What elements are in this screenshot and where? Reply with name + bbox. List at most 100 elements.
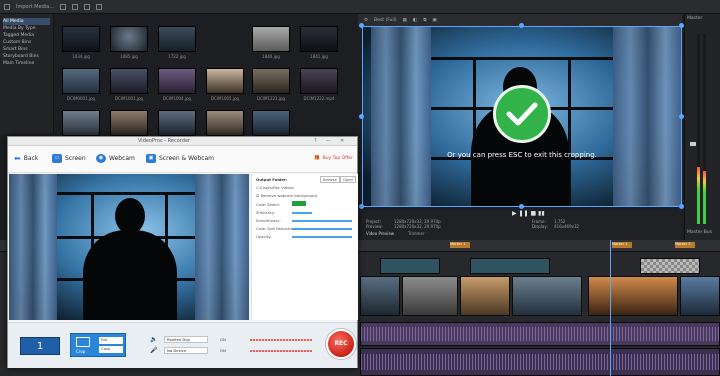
screen-webcam-label: Screen & Webcam bbox=[159, 155, 215, 162]
tree-item-media-by-type[interactable]: Media By Type bbox=[3, 25, 50, 32]
grid-icon[interactable]: ▦ bbox=[403, 18, 407, 23]
split-icon[interactable]: ◧ bbox=[413, 18, 417, 23]
timeline-clip[interactable] bbox=[360, 276, 400, 316]
playhead[interactable] bbox=[610, 240, 611, 376]
back-button[interactable]: ⬅ Back bbox=[14, 154, 38, 163]
media-thumb[interactable] bbox=[110, 110, 148, 136]
timeline-clip[interactable] bbox=[588, 276, 678, 316]
timeline-clip[interactable] bbox=[640, 258, 700, 274]
media-thumb[interactable] bbox=[300, 68, 338, 94]
timeline-marker[interactable]: Marker 2 bbox=[612, 242, 632, 248]
star-icon[interactable] bbox=[83, 3, 90, 10]
crop-handle[interactable] bbox=[519, 23, 524, 28]
crop-hint-text: Or you can press ESC to exit this croppi… bbox=[447, 151, 597, 159]
media-thumb[interactable] bbox=[206, 110, 244, 136]
mic-device-dropdown[interactable]: No Device bbox=[164, 347, 208, 354]
webcam-settings-panel: Output Folder: Browse Open C:\Users\Rec … bbox=[251, 174, 358, 320]
tree-item-tagged-media[interactable]: Tagged Media bbox=[3, 32, 50, 39]
volume-fader[interactable] bbox=[690, 142, 696, 146]
tree-item-main-timeline[interactable]: Main Timeline bbox=[3, 60, 50, 67]
crop-option[interactable]: Crop bbox=[99, 346, 123, 353]
copy-icon[interactable]: ⧉ bbox=[423, 17, 426, 23]
smoothness-slider[interactable] bbox=[292, 220, 352, 222]
save-frame-icon[interactable]: ▣ bbox=[432, 18, 436, 23]
timeline-clip[interactable] bbox=[680, 276, 720, 316]
browse-button[interactable]: Browse bbox=[320, 176, 340, 183]
opacity-slider[interactable] bbox=[292, 236, 352, 238]
timeline-clip[interactable] bbox=[380, 258, 440, 274]
similarity-slider[interactable] bbox=[292, 212, 312, 214]
timeline-clip[interactable] bbox=[470, 258, 550, 274]
grid-view-icon[interactable] bbox=[59, 3, 66, 10]
audio-device-dropdown[interactable]: Realtek Digi bbox=[164, 336, 208, 343]
color-spill-slider[interactable] bbox=[292, 228, 352, 230]
remove-bg-label: Remove webcam background bbox=[260, 193, 317, 198]
crop-handle[interactable] bbox=[519, 204, 524, 209]
tab-trimmer[interactable]: Trimmer bbox=[408, 231, 425, 236]
timeline-marker[interactable]: Marker 3 bbox=[675, 242, 695, 248]
full-option[interactable]: Full bbox=[99, 337, 123, 344]
record-button[interactable]: REC bbox=[326, 329, 356, 359]
delete-icon[interactable] bbox=[95, 3, 102, 10]
media-thumb[interactable] bbox=[158, 68, 196, 94]
media-thumb[interactable] bbox=[252, 68, 290, 94]
right-curtain bbox=[613, 27, 681, 206]
media-thumb[interactable] bbox=[110, 68, 148, 94]
tree-item-smart-bins[interactable]: Smart Bins bbox=[3, 46, 50, 53]
audio-clip[interactable] bbox=[360, 322, 720, 346]
media-thumb[interactable] bbox=[62, 26, 100, 52]
tab-video-preview[interactable]: Video Preview bbox=[366, 231, 394, 236]
success-check-badge bbox=[493, 85, 551, 143]
transport-controls[interactable]: ▶ ❚❚ ■ ▮▮ bbox=[512, 210, 545, 217]
audio-clip[interactable] bbox=[360, 348, 720, 376]
open-button[interactable]: Open bbox=[340, 176, 357, 183]
remove-bg-checkbox[interactable]: ☑ Remove webcam background bbox=[256, 193, 317, 198]
microphone-icon: 🎤 bbox=[150, 347, 158, 354]
minimize-icon[interactable]: — bbox=[326, 138, 331, 144]
recorder-video-preview[interactable] bbox=[9, 174, 249, 320]
audio-on-label[interactable]: ON bbox=[220, 337, 226, 342]
checkmark-icon bbox=[506, 102, 538, 126]
timeline-clip[interactable] bbox=[402, 276, 458, 316]
media-thumb[interactable] bbox=[110, 26, 148, 52]
media-thumb[interactable] bbox=[62, 68, 100, 94]
level-meter-right bbox=[703, 34, 706, 224]
list-view-icon[interactable] bbox=[71, 3, 78, 10]
media-thumb[interactable] bbox=[206, 68, 244, 94]
close-icon[interactable]: ✕ bbox=[340, 138, 344, 144]
buy-offer-link[interactable]: 🎁 Buy Top Offer bbox=[314, 156, 353, 161]
timeline-clip[interactable] bbox=[512, 276, 582, 316]
tree-item-custom-bins[interactable]: Custom Bins bbox=[3, 39, 50, 46]
crop-handle[interactable] bbox=[359, 204, 364, 209]
speaker-icon: 🔈 bbox=[150, 336, 158, 343]
crop-handle[interactable] bbox=[359, 23, 364, 28]
tree-item-all-media[interactable]: All Media bbox=[3, 18, 50, 25]
media-thumb[interactable] bbox=[62, 110, 100, 136]
timeline-marker[interactable]: Marker 1 bbox=[450, 242, 470, 248]
best-full-dropdown[interactable]: Best (Full) bbox=[374, 18, 397, 23]
media-label: DCIM0001.jpg bbox=[66, 96, 96, 101]
timeline-clip[interactable] bbox=[460, 276, 510, 316]
color-swatch[interactable] bbox=[292, 201, 306, 206]
screen-webcam-mode-button[interactable]: ▣ Screen & Webcam bbox=[146, 154, 214, 163]
media-label: DCIM1005.jpg bbox=[210, 96, 240, 101]
mic-on-label[interactable]: ON bbox=[220, 348, 226, 353]
crop-handle[interactable] bbox=[359, 114, 364, 119]
webcam-mode-button[interactable]: ◉ Webcam bbox=[96, 154, 135, 163]
tree-item-storyboard-bins[interactable]: Storyboard Bins bbox=[3, 53, 50, 60]
screen-mode-button[interactable]: ▭ Screen bbox=[52, 154, 86, 163]
recording-count: 1 bbox=[20, 337, 60, 355]
folder-icon[interactable] bbox=[4, 3, 10, 10]
crop-panel[interactable]: Crop Full Crop bbox=[70, 333, 126, 357]
media-thumb[interactable] bbox=[158, 26, 196, 52]
media-thumb[interactable] bbox=[252, 110, 290, 136]
media-thumb[interactable] bbox=[252, 26, 290, 52]
settings-icon[interactable]: ⚙ bbox=[364, 18, 368, 23]
video-preview[interactable]: Or you can press ESC to exit this croppi… bbox=[362, 26, 682, 207]
media-label: 1841.jpg bbox=[310, 54, 328, 59]
import-media-label[interactable]: Import Media... bbox=[16, 4, 54, 10]
recorder-controls: 1 Crop Full Crop 🔈 Realtek Digi ON 🎤 No … bbox=[8, 322, 357, 368]
media-thumb[interactable] bbox=[158, 110, 196, 136]
help-icon[interactable]: ? bbox=[314, 138, 317, 144]
media-thumb[interactable] bbox=[300, 26, 338, 52]
